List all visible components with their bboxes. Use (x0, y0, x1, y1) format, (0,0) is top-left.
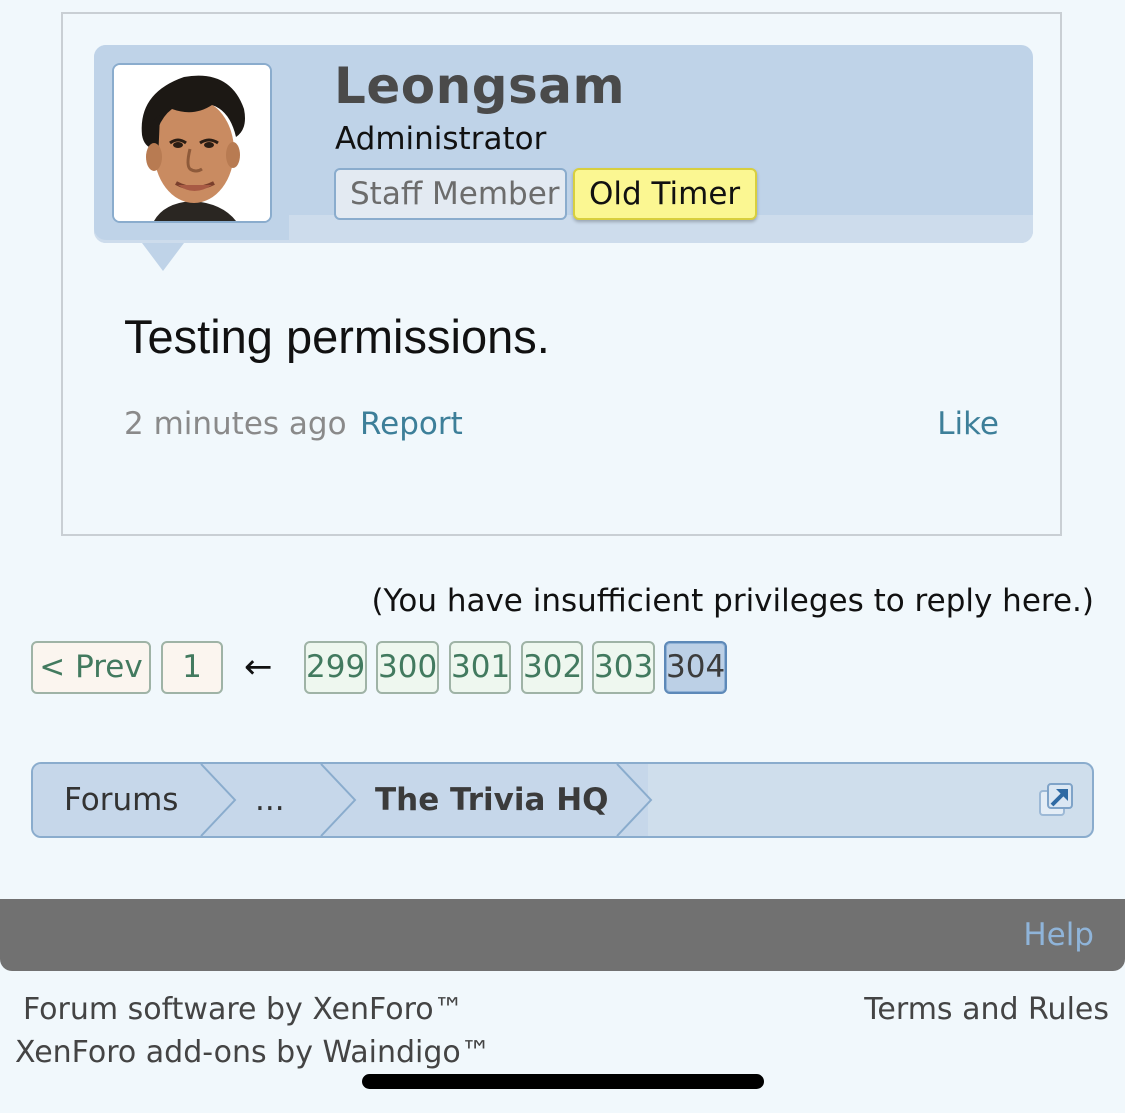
breadcrumb-the-trivia-hq[interactable]: The Trivia HQ (375, 764, 609, 836)
breadcrumb-separator-icon (616, 764, 653, 836)
help-link[interactable]: Help (1023, 899, 1094, 971)
old-timer-badge: Old Timer (573, 168, 757, 220)
user-title: Administrator (335, 121, 547, 157)
footer-credits: Forum software by XenForo™ XenForo add-o… (15, 988, 491, 1074)
post-timestamp[interactable]: 2 minutes ago (124, 406, 347, 442)
avatar[interactable] (112, 63, 272, 223)
footer-bar: Help (0, 899, 1125, 971)
breadcrumb-forums[interactable]: Forums (64, 764, 178, 836)
report-link[interactable]: Report (360, 406, 463, 442)
prev-page-button[interactable]: < Prev (31, 641, 151, 694)
breadcrumb-separator-icon (320, 764, 357, 836)
popout-arrow-icon[interactable] (1036, 781, 1074, 819)
like-link[interactable]: Like (937, 406, 999, 442)
page-300-button[interactable]: 300 (376, 641, 439, 694)
page-299-button[interactable]: 299 (304, 641, 367, 694)
avatar-face-icon (114, 65, 270, 221)
breadcrumb: Forums ... The Trivia HQ (31, 762, 1094, 838)
post-message-text: Testing permissions. (124, 310, 550, 363)
page-302-button[interactable]: 302 (521, 641, 583, 694)
page-1-button[interactable]: 1 (161, 641, 223, 694)
message-post: Leongsam Administrator Staff Member Old … (61, 12, 1062, 536)
waindigo-credit-link[interactable]: XenForo add-ons by Waindigo™ (15, 1035, 491, 1070)
xenforo-credit-link[interactable]: Forum software by XenForo™ (23, 992, 464, 1027)
page-303-button[interactable]: 303 (592, 641, 655, 694)
home-indicator[interactable] (362, 1074, 764, 1089)
breadcrumb-separator-icon (200, 764, 237, 836)
username[interactable]: Leongsam (334, 57, 625, 115)
speech-pointer (142, 243, 184, 271)
page-301-button[interactable]: 301 (449, 641, 511, 694)
terms-and-rules-link[interactable]: Terms and Rules (864, 988, 1109, 1031)
page-304-current[interactable]: 304 (664, 641, 727, 694)
user-info-bar: Leongsam Administrator Staff Member Old … (94, 45, 1033, 271)
reply-permission-notice: (You have insufficient privileges to rep… (371, 583, 1094, 619)
breadcrumb-ellipsis[interactable]: ... (255, 764, 285, 836)
page-skip-arrow: ← (244, 647, 273, 687)
staff-member-badge: Staff Member (334, 168, 567, 220)
